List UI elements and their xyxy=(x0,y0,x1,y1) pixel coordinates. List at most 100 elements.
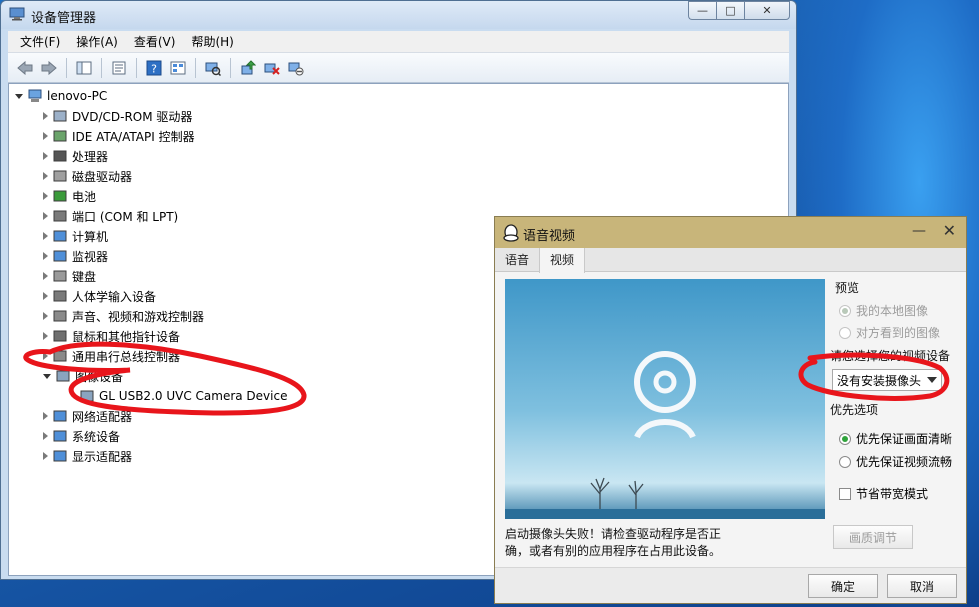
expand-arrow-icon[interactable] xyxy=(43,112,48,120)
expand-arrow-icon[interactable] xyxy=(43,152,48,160)
radio-remote-image[interactable]: 对方看到的图像 xyxy=(839,324,940,341)
back-button[interactable] xyxy=(14,57,36,79)
radio-label: 优先保证画面清晰 xyxy=(856,432,953,446)
tree-category-item[interactable]: 端口 (COM 和 LPT) xyxy=(43,206,178,226)
menu-help[interactable]: 帮助(H) xyxy=(191,33,233,50)
checkbox[interactable] xyxy=(839,487,851,500)
radio-button[interactable] xyxy=(839,455,851,468)
toolbar: ? xyxy=(8,53,789,83)
help-icon: ? xyxy=(146,60,162,75)
tree-root[interactable]: lenovo-PC xyxy=(15,86,107,106)
expand-arrow-icon[interactable] xyxy=(43,172,48,180)
radio-button[interactable] xyxy=(839,326,851,339)
radio-smoothness[interactable]: 优先保证视频流畅 xyxy=(839,453,952,470)
cancel-button[interactable]: 取消 xyxy=(887,574,957,598)
tree-category-item[interactable]: 声音、视频和游戏控制器 xyxy=(43,306,204,326)
tree-category-item[interactable]: 图像设备 xyxy=(43,366,123,386)
tree-category-item[interactable]: 人体学输入设备 xyxy=(43,286,156,306)
disable-icon xyxy=(288,62,304,75)
tree-category-item[interactable]: DVD/CD-ROM 驱动器 xyxy=(43,106,192,126)
minimize-button[interactable]: — xyxy=(688,1,716,20)
bandwidth-saving-checkbox[interactable]: 节省带宽模式 xyxy=(839,485,928,502)
scan-hardware-icon xyxy=(205,62,221,76)
tree-category-item[interactable]: 系统设备 xyxy=(43,426,120,446)
video-preview xyxy=(505,279,825,519)
disable-button[interactable] xyxy=(285,57,307,79)
help-button[interactable]: ? xyxy=(143,57,165,79)
expand-arrow-icon[interactable] xyxy=(43,252,48,260)
tree-category-item[interactable]: 监视器 xyxy=(43,246,108,266)
expand-arrow-icon[interactable] xyxy=(43,432,48,440)
tree-category-item[interactable]: 键盘 xyxy=(43,266,96,286)
expand-arrow-icon[interactable] xyxy=(43,272,48,280)
menu-view[interactable]: 查看(V) xyxy=(134,33,176,50)
expand-arrow-icon[interactable] xyxy=(43,352,48,360)
expand-arrow-icon[interactable] xyxy=(43,332,48,340)
maximize-button[interactable]: □ xyxy=(716,1,744,20)
window-controls: — □ ✕ xyxy=(688,1,790,20)
expand-arrow-icon[interactable] xyxy=(43,212,48,220)
processor-icon xyxy=(53,150,67,162)
computer-icon xyxy=(53,230,67,242)
show-hide-tree-button[interactable] xyxy=(73,57,95,79)
tree-category-item[interactable]: 电池 xyxy=(43,186,96,206)
dropdown-arrow-icon[interactable] xyxy=(927,377,937,383)
radio-clarity[interactable]: 优先保证画面清晰 xyxy=(839,430,952,447)
tree-item-label: 计算机 xyxy=(72,229,109,244)
quality-adjust-button[interactable]: 画质调节 xyxy=(833,525,913,549)
ok-button[interactable]: 确定 xyxy=(808,574,878,598)
expand-arrow-icon[interactable] xyxy=(43,292,48,300)
expand-arrow-icon[interactable] xyxy=(43,452,48,460)
dialog-tabs: 语音 视频 xyxy=(495,248,966,273)
tree-category-item[interactable]: 计算机 xyxy=(43,226,108,246)
uninstall-button[interactable] xyxy=(261,57,283,79)
tree-category-item[interactable]: IDE ATA/ATAPI 控制器 xyxy=(43,126,195,146)
battery-icon xyxy=(53,190,67,202)
radio-local-image[interactable]: 我的本地图像 xyxy=(839,302,928,319)
forward-icon xyxy=(41,60,57,75)
radio-button[interactable] xyxy=(839,432,851,445)
checkbox-label: 节省带宽模式 xyxy=(856,487,929,501)
menu-bar: 文件(F) 操作(A) 查看(V) 帮助(H) xyxy=(8,31,789,53)
tree-item-label: IDE ATA/ATAPI 控制器 xyxy=(72,129,195,144)
expand-arrow-icon[interactable] xyxy=(43,192,48,200)
menu-file[interactable]: 文件(F) xyxy=(20,33,60,50)
expand-arrow-icon[interactable] xyxy=(43,412,48,420)
tree-category-item[interactable]: 处理器 xyxy=(43,146,108,166)
update-driver-button[interactable] xyxy=(237,57,259,79)
tree-category-item[interactable]: 显示适配器 xyxy=(43,446,132,466)
tree-category-item[interactable]: 通用串行总线控制器 xyxy=(43,346,180,366)
tree-root-label: lenovo-PC xyxy=(47,89,108,103)
tab-video[interactable]: 视频 xyxy=(539,248,586,273)
toolbar-separator xyxy=(195,57,196,78)
show-hide-tree-icon xyxy=(76,61,92,74)
tree-category-item[interactable]: 磁盘驱动器 xyxy=(43,166,132,186)
scan-hardware-button[interactable] xyxy=(202,57,224,79)
tree-category-item[interactable]: 网络适配器 xyxy=(43,406,132,426)
qq-penguin-icon xyxy=(503,224,519,242)
uninstall-icon xyxy=(264,63,280,75)
tree-category-item[interactable]: 鼠标和其他指针设备 xyxy=(43,326,180,346)
title-bar[interactable]: 设备管理器 — □ ✕ xyxy=(1,1,796,29)
properties-button[interactable] xyxy=(108,57,130,79)
dialog-title-bar[interactable]: 语音视频 — ✕ xyxy=(495,217,966,248)
device-manager-icon xyxy=(9,7,25,21)
video-device-select[interactable]: 没有安装摄像头 xyxy=(832,369,942,391)
minimize-icon[interactable]: — xyxy=(912,223,926,239)
tree-device-item[interactable]: GL USB2.0 UVC Camera Device xyxy=(79,386,287,406)
tab-voice[interactable]: 语音 xyxy=(495,248,539,272)
view-button[interactable] xyxy=(167,57,189,79)
close-button[interactable]: ✕ xyxy=(744,1,790,20)
menu-action[interactable]: 操作(A) xyxy=(76,33,118,50)
collapse-arrow-icon[interactable] xyxy=(43,373,51,379)
radio-button[interactable] xyxy=(839,304,851,317)
close-icon[interactable]: ✕ xyxy=(943,221,956,240)
collapse-arrow-icon[interactable] xyxy=(15,93,23,99)
dialog-title: 语音视频 xyxy=(523,229,576,244)
expand-arrow-icon[interactable] xyxy=(43,132,48,140)
forward-button[interactable] xyxy=(38,57,60,79)
expand-arrow-icon[interactable] xyxy=(43,312,48,320)
button-label: 画质调节 xyxy=(848,530,897,545)
expand-arrow-icon[interactable] xyxy=(43,232,48,240)
dialog-footer: 确定 取消 xyxy=(495,567,966,603)
